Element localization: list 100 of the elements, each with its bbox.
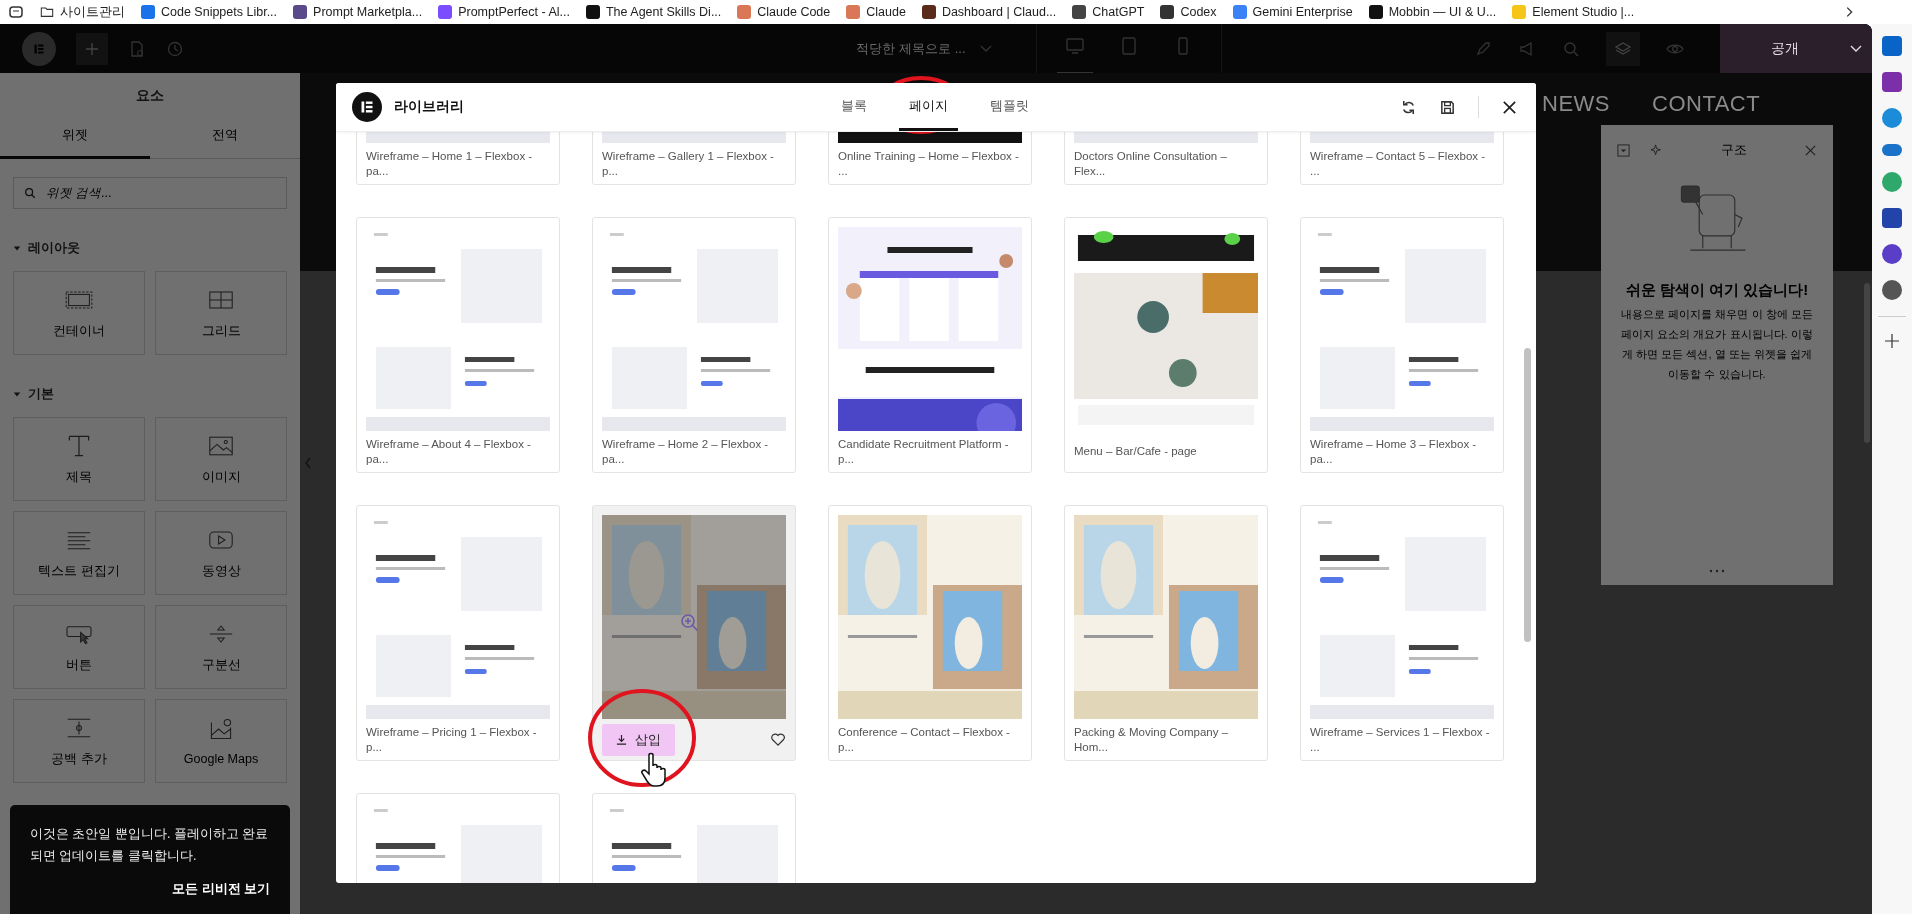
template-name: Wireframe – Home 3 – Flexbox - pa...	[1310, 436, 1478, 467]
caret-icon	[13, 244, 21, 252]
cloud-icon[interactable]	[1882, 144, 1902, 156]
widget-label: 버튼	[66, 656, 92, 674]
dialog-title: 라이브러리	[394, 98, 464, 116]
template-card[interactable]: Wireframe – About 4 – Flexbox - pa...	[356, 217, 560, 473]
widget-label: 컨테이너	[53, 322, 105, 340]
bookmark[interactable]: The Agent Skills Di...	[585, 5, 722, 19]
caret-icon[interactable]	[1850, 44, 1862, 53]
chevron-right-icon[interactable]	[1844, 5, 1854, 19]
widget-label: 공백 추가	[51, 750, 107, 768]
bookmark[interactable]: Claude Code	[737, 5, 831, 19]
close-icon[interactable]	[1501, 98, 1518, 116]
scrollbar[interactable]	[1864, 283, 1870, 443]
insert-button[interactable]: 삽입	[602, 723, 675, 756]
empty-state-text: 내용으로 페이지를 채우면 이 창에 모든 페이지 요소의 개요가 표시됩니다. 이렇게 하면 모든 섹션, 열 또는 위젯을 쉽게 이동할 수 있습니다.	[1620, 307, 1814, 382]
template-card[interactable]: Conference – Contact – Flexbox - p...	[828, 505, 1032, 761]
sparkle-icon[interactable]	[1650, 143, 1663, 157]
toast-message: 이것은 초안일 뿐입니다. 플레이하고 완료되면 업데이트를 클릭합니다.	[30, 826, 270, 865]
bookmark[interactable]: Code Snippets Libr...	[141, 5, 278, 19]
bookmark[interactable]: Prompt Marketpla...	[293, 5, 423, 19]
widget-tile[interactable]: 이미지	[155, 417, 287, 501]
template-card[interactable]: Packing & Moving Company – Hom...	[1064, 505, 1268, 761]
plus-icon	[84, 40, 100, 57]
library-tab[interactable]: 블록	[831, 83, 877, 131]
widget-tile[interactable]: 그리드	[155, 271, 287, 355]
page-title[interactable]: 적당한 제목으로 ...	[856, 39, 966, 58]
widget-tile[interactable]: 텍스트 편집기	[13, 511, 145, 595]
heart-icon[interactable]	[770, 732, 786, 747]
template-name: Wireframe – Home 1 – Flexbox - pa...	[366, 148, 534, 179]
empty-state-heading: 쉬운 탐색이 여기 있습니다!	[1625, 281, 1809, 300]
app-icon[interactable]	[1882, 36, 1902, 56]
app-icon[interactable]	[1882, 244, 1902, 264]
bookmark[interactable]: Claude	[846, 5, 906, 19]
view-revisions-link[interactable]: 모든 리비전 보기	[172, 881, 270, 898]
template-card[interactable]: 삽입	[592, 505, 796, 761]
widget-label: 구분선	[201, 656, 241, 674]
widget-tile[interactable]: 버튼	[13, 605, 145, 689]
widget-label: 동영상	[201, 562, 241, 580]
template-card[interactable]: Online Training – Home – Flexbox - ...	[828, 132, 1032, 185]
template-card[interactable]: Wireframe – Contact 5 – Flexbox - ...	[1300, 132, 1504, 185]
template-name: Wireframe – Services 1 – Flexbox - ...	[1310, 724, 1491, 755]
template-name: Wireframe – Pricing 1 – Flexbox - p...	[366, 724, 538, 755]
app-icon[interactable]	[1882, 280, 1902, 300]
search-icon	[24, 187, 36, 199]
panel-tab[interactable]: 위젯	[0, 117, 150, 159]
bookmark[interactable]: Codex	[1160, 5, 1217, 19]
template-name: Wireframe – About 4 – Flexbox - pa...	[366, 436, 532, 467]
bookmark[interactable]: Dashboard | Claud...	[921, 5, 1057, 19]
plus-icon[interactable]	[1884, 333, 1900, 349]
template-card[interactable]: Candidate Recruitment Platform - p...	[828, 217, 1032, 473]
save-icon[interactable]	[1439, 98, 1456, 116]
section-header[interactable]: 레이아웃	[13, 239, 287, 257]
scrollbar-thumb[interactable]	[1524, 348, 1531, 642]
desktop-icon	[1064, 35, 1085, 56]
widget-tile[interactable]: 제목	[13, 417, 145, 501]
template-name: Doctors Online Consultation – Flex...	[1074, 148, 1228, 179]
bookmark[interactable]: 사이트관리	[40, 3, 125, 21]
add-element-button[interactable]	[76, 32, 108, 65]
bookmark[interactable]: ChatGPT	[1072, 5, 1145, 19]
template-card[interactable]: Wireframe – Home 1 – Flexbox - pa...	[356, 132, 560, 185]
widget-label: 제목	[66, 468, 92, 486]
template-name: Menu – Bar/Cafe - page	[1074, 444, 1197, 459]
tabs-icon[interactable]	[8, 4, 24, 20]
bookmark[interactable]: Gemini Enterprise	[1232, 5, 1353, 19]
zoom-in-icon[interactable]	[680, 613, 700, 633]
widget-tile[interactable]: 구분선	[155, 605, 287, 689]
download-icon	[616, 734, 627, 745]
widget-tile[interactable]: 공백 추가	[13, 699, 145, 783]
hand-cursor-icon	[640, 752, 668, 788]
section-header[interactable]: 기본	[13, 385, 287, 403]
widget-tile[interactable]: 컨테이너	[13, 271, 145, 355]
template-card[interactable]: Wireframe – Pricing 1 – Flexbox - p...	[356, 505, 560, 761]
template-card[interactable]: Wireframe – Home 2 – Flexbox - pa...	[592, 217, 796, 473]
sync-icon[interactable]	[1400, 98, 1417, 116]
widget-label: 텍스트 편집기	[38, 562, 120, 580]
template-name: Online Training – Home – Flexbox - ...	[838, 148, 1020, 179]
bookmark[interactable]: PromptPerfect - Al...	[438, 5, 570, 19]
template-card[interactable]: Menu – Bar/Cafe - page	[1064, 217, 1268, 473]
resize-handle-icon[interactable]	[1709, 569, 1725, 573]
template-card[interactable]: Wireframe – Gallery 1 – Flexbox - p...	[592, 132, 796, 185]
app-icon[interactable]	[1882, 208, 1902, 228]
panel-title: 요소	[135, 86, 165, 105]
library-tab[interactable]: 템플릿	[980, 83, 1039, 131]
template-card[interactable]: Doctors Online Consultation – Flex...	[1064, 132, 1268, 185]
widget-tile[interactable]: Google Maps	[155, 699, 287, 783]
template-name: Packing & Moving Company – Hom...	[1074, 724, 1230, 755]
template-name: Wireframe – Home 2 – Flexbox - pa...	[602, 436, 770, 467]
search-field[interactable]: 위젯 검색...	[13, 177, 287, 209]
bookmark[interactable]: Element Studio |...	[1512, 5, 1635, 19]
app-icon[interactable]	[1882, 108, 1902, 128]
structure-button[interactable]	[1606, 31, 1640, 66]
dropdown-icon[interactable]	[1617, 143, 1630, 157]
app-icon[interactable]	[1882, 72, 1902, 92]
widget-label: 이미지	[201, 468, 241, 486]
widget-tile[interactable]: 동영상	[155, 511, 287, 595]
template-name: Conference – Contact – Flexbox - p...	[838, 724, 1011, 755]
template-card[interactable]: Wireframe – Services 1 – Flexbox - ...	[1300, 505, 1504, 761]
template-card[interactable]: Wireframe – Home 3 – Flexbox - pa...	[1300, 217, 1504, 473]
bookmark[interactable]: Mobbin — UI & U...	[1368, 5, 1497, 19]
